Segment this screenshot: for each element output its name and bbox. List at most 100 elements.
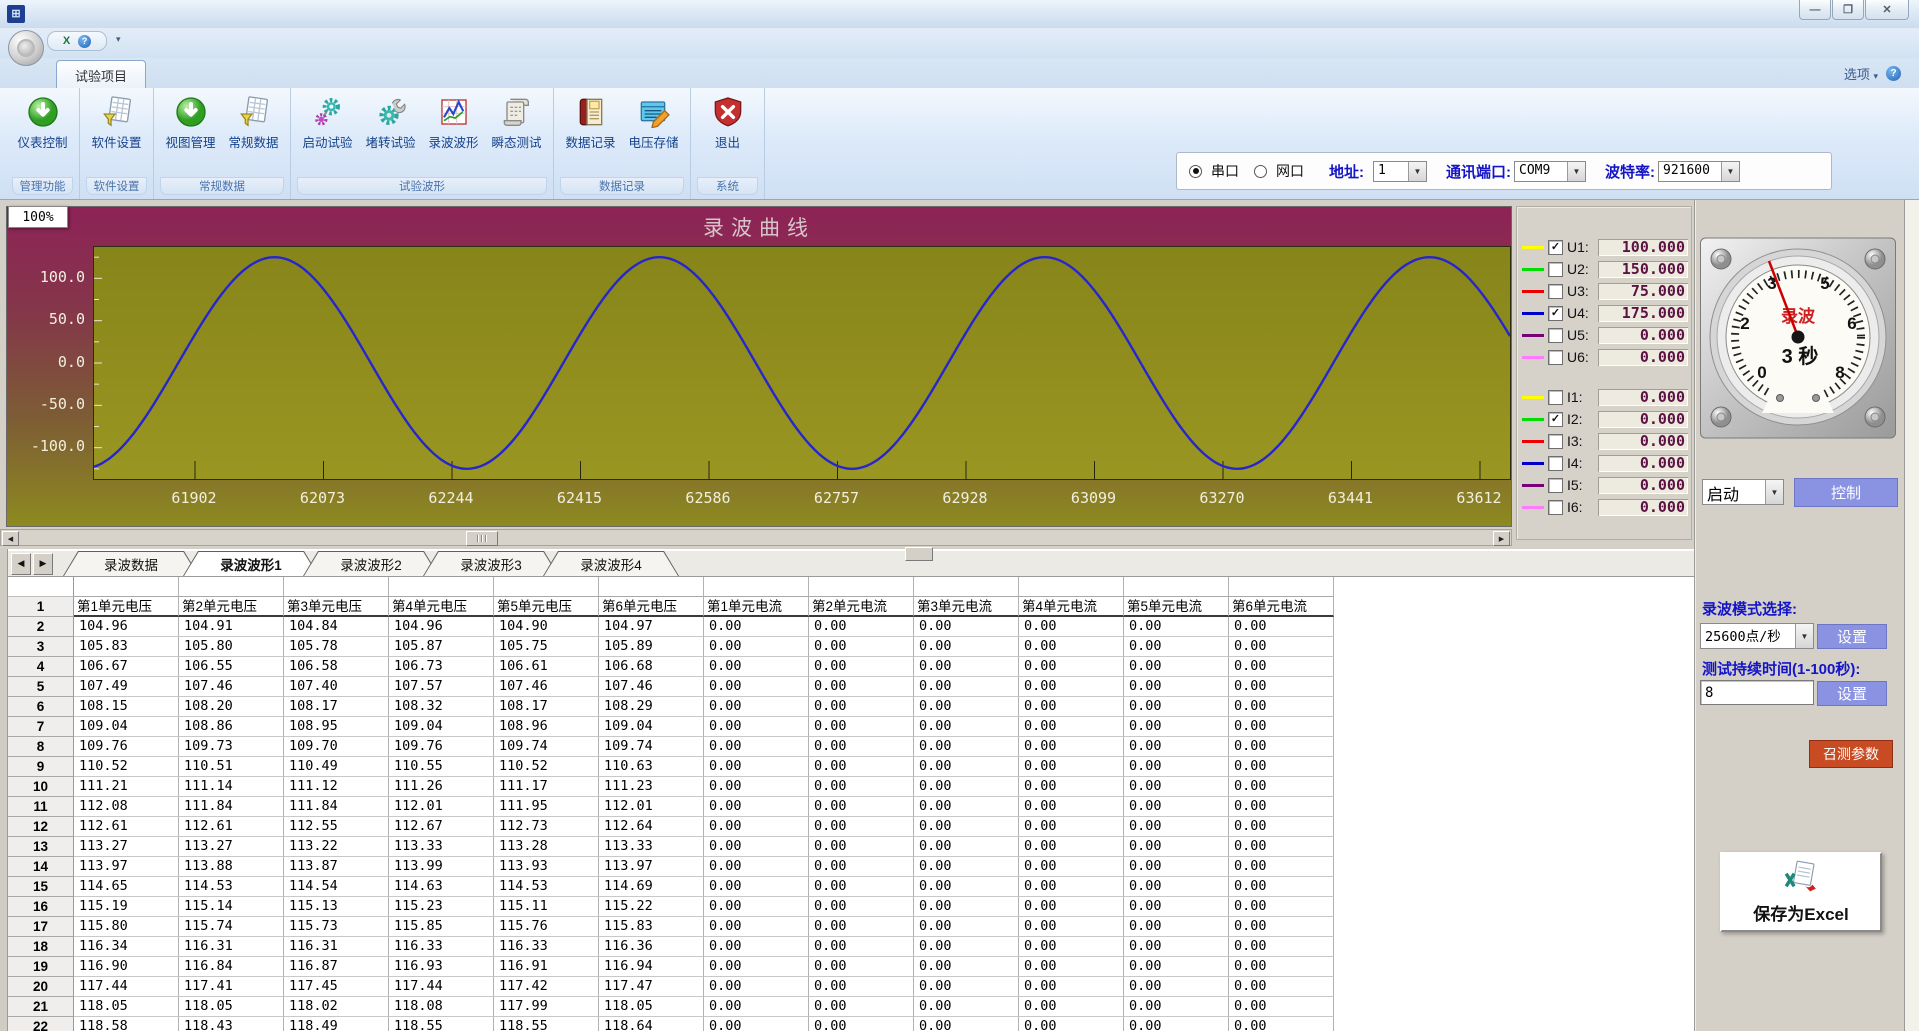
close-button[interactable]: ✕ bbox=[1865, 0, 1909, 20]
cell[interactable]: 108.20 bbox=[179, 697, 284, 717]
cell[interactable]: 112.01 bbox=[599, 797, 704, 817]
cell[interactable]: 115.83 bbox=[599, 917, 704, 937]
cell[interactable]: 0.00 bbox=[1229, 637, 1334, 657]
i1-checkbox[interactable] bbox=[1548, 390, 1563, 405]
cell[interactable]: 117.44 bbox=[74, 977, 179, 997]
cell[interactable]: 0.00 bbox=[809, 877, 914, 897]
cell[interactable]: 0.00 bbox=[1124, 617, 1229, 637]
row-number[interactable]: 2 bbox=[8, 617, 74, 637]
cell[interactable]: 113.33 bbox=[389, 837, 494, 857]
cell[interactable]: 113.87 bbox=[284, 857, 389, 877]
cell[interactable]: 0.00 bbox=[1124, 697, 1229, 717]
u4-checkbox[interactable]: ✓ bbox=[1548, 306, 1563, 321]
help-icon[interactable]: ? bbox=[1886, 66, 1901, 81]
cell[interactable]: 105.83 bbox=[74, 637, 179, 657]
cell[interactable]: 108.86 bbox=[179, 717, 284, 737]
column-header[interactable]: 第6单元电流 bbox=[1229, 597, 1334, 617]
cell[interactable]: 0.00 bbox=[1124, 757, 1229, 777]
cell[interactable]: 0.00 bbox=[1124, 977, 1229, 997]
application-menu-orb[interactable] bbox=[8, 30, 44, 66]
cell[interactable]: 116.91 bbox=[494, 957, 599, 977]
row-number[interactable]: 1 bbox=[8, 597, 74, 617]
row-number[interactable]: 15 bbox=[8, 877, 74, 897]
help-icon[interactable]: ? bbox=[78, 35, 91, 48]
cell[interactable]: 114.53 bbox=[494, 877, 599, 897]
cell[interactable]: 115.73 bbox=[284, 917, 389, 937]
cell[interactable]: 113.99 bbox=[389, 857, 494, 877]
ribbon-button-general-data[interactable]: 常规数据 bbox=[222, 90, 285, 173]
chevron-down-icon[interactable]: ▼ bbox=[1408, 162, 1426, 181]
cell[interactable]: 0.00 bbox=[809, 617, 914, 637]
cell[interactable]: 108.96 bbox=[494, 717, 599, 737]
ribbon-button-meter-control[interactable]: 仪表控制 bbox=[11, 90, 74, 173]
cell[interactable]: 0.00 bbox=[914, 617, 1019, 637]
cell[interactable]: 112.61 bbox=[179, 817, 284, 837]
i3-checkbox[interactable] bbox=[1548, 434, 1563, 449]
cell[interactable]: 0.00 bbox=[1229, 877, 1334, 897]
cell[interactable]: 0.00 bbox=[1019, 737, 1124, 757]
cell[interactable]: 109.76 bbox=[389, 737, 494, 757]
cell[interactable]: 116.34 bbox=[74, 937, 179, 957]
column-header[interactable]: 第1单元电流 bbox=[704, 597, 809, 617]
row-number[interactable]: 17 bbox=[8, 917, 74, 937]
cell[interactable]: 113.88 bbox=[179, 857, 284, 877]
cell[interactable]: 110.52 bbox=[494, 757, 599, 777]
cell[interactable]: 0.00 bbox=[1229, 937, 1334, 957]
cell[interactable]: 0.00 bbox=[809, 797, 914, 817]
column-header[interactable]: 第2单元电流 bbox=[809, 597, 914, 617]
cell[interactable]: 0.00 bbox=[1229, 977, 1334, 997]
cell[interactable]: 0.00 bbox=[704, 877, 809, 897]
cell[interactable]: 109.04 bbox=[389, 717, 494, 737]
chevron-down-icon[interactable]: ▼ bbox=[1765, 480, 1783, 504]
row-number[interactable]: 18 bbox=[8, 937, 74, 957]
tab-test-items[interactable]: 试验项目 bbox=[56, 60, 146, 89]
cell[interactable]: 0.00 bbox=[1229, 617, 1334, 637]
cell[interactable]: 113.22 bbox=[284, 837, 389, 857]
cell[interactable]: 116.33 bbox=[494, 937, 599, 957]
cell[interactable]: 0.00 bbox=[1124, 897, 1229, 917]
control-button[interactable]: 控制 bbox=[1794, 478, 1898, 507]
cell[interactable]: 112.55 bbox=[284, 817, 389, 837]
cell[interactable]: 106.67 bbox=[74, 657, 179, 677]
cell[interactable]: 0.00 bbox=[1019, 937, 1124, 957]
cell[interactable]: 104.96 bbox=[389, 617, 494, 637]
row-number[interactable]: 21 bbox=[8, 997, 74, 1017]
column-header[interactable]: 第5单元电流 bbox=[1124, 597, 1229, 617]
cell[interactable]: 107.40 bbox=[284, 677, 389, 697]
cell[interactable]: 0.00 bbox=[914, 737, 1019, 757]
cell[interactable]: 117.45 bbox=[284, 977, 389, 997]
u1-checkbox[interactable]: ✓ bbox=[1548, 240, 1563, 255]
cell[interactable]: 0.00 bbox=[1019, 917, 1124, 937]
cell[interactable]: 117.42 bbox=[494, 977, 599, 997]
column-header[interactable]: 第3单元电压 bbox=[284, 597, 389, 617]
cell[interactable]: 0.00 bbox=[1124, 657, 1229, 677]
cell[interactable]: 106.58 bbox=[284, 657, 389, 677]
cell[interactable]: 0.00 bbox=[1229, 717, 1334, 737]
cell[interactable]: 106.61 bbox=[494, 657, 599, 677]
cell[interactable]: 0.00 bbox=[1229, 677, 1334, 697]
ribbon-button-start-test[interactable]: 启动试验 bbox=[296, 90, 359, 173]
cell[interactable]: 0.00 bbox=[1019, 617, 1124, 637]
cell[interactable]: 114.69 bbox=[599, 877, 704, 897]
cell[interactable]: 113.28 bbox=[494, 837, 599, 857]
cell[interactable]: 113.27 bbox=[179, 837, 284, 857]
cell[interactable]: 111.21 bbox=[74, 777, 179, 797]
cell[interactable]: 0.00 bbox=[1019, 837, 1124, 857]
call-parameters-button[interactable]: 召测参数 bbox=[1809, 740, 1893, 768]
u5-checkbox[interactable] bbox=[1548, 328, 1563, 343]
cell[interactable]: 104.90 bbox=[494, 617, 599, 637]
cell[interactable]: 0.00 bbox=[1124, 637, 1229, 657]
cell[interactable]: 0.00 bbox=[1124, 817, 1229, 837]
cell[interactable]: 111.26 bbox=[389, 777, 494, 797]
cell[interactable]: 0.00 bbox=[704, 937, 809, 957]
options-menu[interactable]: 选项 ▾ bbox=[1844, 64, 1878, 83]
cell[interactable]: 109.74 bbox=[494, 737, 599, 757]
cell[interactable]: 0.00 bbox=[1229, 817, 1334, 837]
cell[interactable]: 108.95 bbox=[284, 717, 389, 737]
cell[interactable]: 0.00 bbox=[1019, 997, 1124, 1017]
cell[interactable]: 0.00 bbox=[914, 777, 1019, 797]
cell[interactable]: 0.00 bbox=[1124, 837, 1229, 857]
cell[interactable]: 0.00 bbox=[1019, 717, 1124, 737]
cell[interactable]: 118.55 bbox=[389, 1017, 494, 1031]
ribbon-button-wave-shape[interactable]: 录波波形 bbox=[422, 90, 485, 173]
